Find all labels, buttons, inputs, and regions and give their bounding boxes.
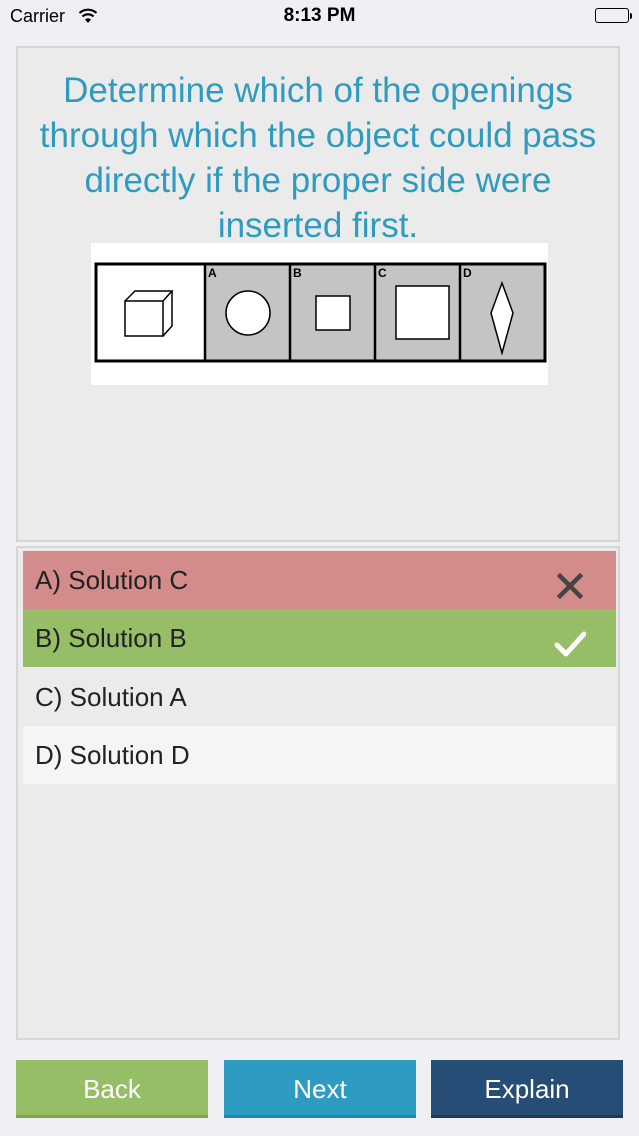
close-icon bbox=[554, 564, 586, 600]
answer-option-d[interactable]: D) Solution D bbox=[23, 726, 616, 784]
question-figure: A B C D bbox=[91, 243, 548, 385]
answer-label: B) Solution B bbox=[35, 623, 187, 653]
clock: 8:13 PM bbox=[283, 5, 356, 26]
option-label-c: C bbox=[378, 266, 387, 280]
answer-option-c[interactable]: C) Solution A bbox=[23, 668, 616, 726]
circle-opening bbox=[225, 290, 271, 336]
small-square-opening bbox=[315, 295, 351, 331]
check-icon bbox=[554, 622, 587, 657]
question-panel: Determine which of the openings through … bbox=[16, 46, 620, 542]
next-button[interactable]: Next bbox=[224, 1060, 416, 1118]
answer-label: A) Solution C bbox=[35, 565, 189, 595]
back-button[interactable]: Back bbox=[16, 1060, 208, 1118]
answer-option-a[interactable]: A) Solution C bbox=[23, 551, 616, 609]
explain-button[interactable]: Explain bbox=[431, 1060, 623, 1118]
answer-label: D) Solution D bbox=[35, 740, 190, 770]
answer-label: C) Solution A bbox=[35, 682, 187, 712]
option-label-a: A bbox=[208, 266, 217, 280]
battery-icon bbox=[595, 8, 632, 23]
large-square-opening bbox=[395, 285, 450, 340]
answer-option-b[interactable]: B) Solution B bbox=[23, 609, 616, 667]
status-bar: Carrier 8:13 PM bbox=[0, 0, 639, 34]
option-label-b: B bbox=[293, 266, 302, 280]
option-label-d: D bbox=[463, 266, 472, 280]
question-text: Determine which of the openings through … bbox=[39, 71, 597, 245]
answers-panel: A) Solution C B) Solution B C) Solution … bbox=[16, 546, 620, 1040]
